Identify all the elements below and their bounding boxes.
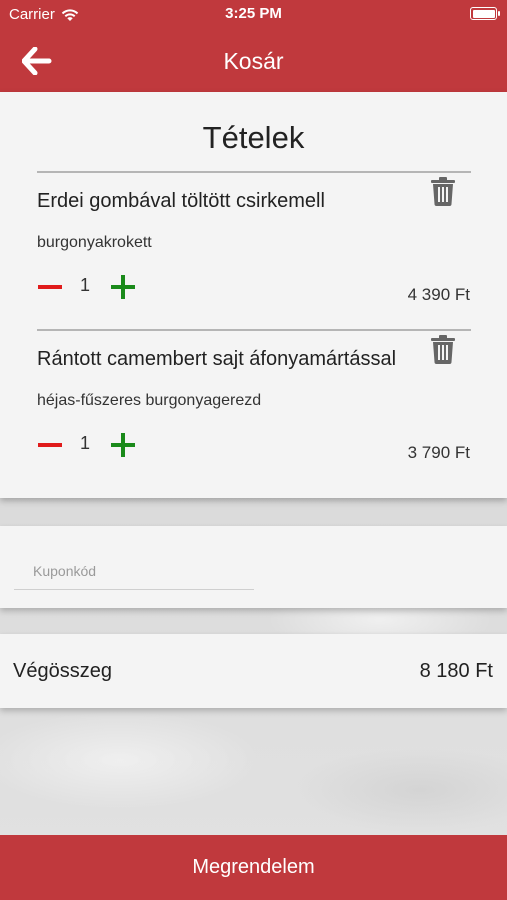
cart-item: Erdei gombával töltött csirkemell burgon…	[0, 177, 507, 340]
cart-item: Rántott camembert sajt áfonyamártással h…	[0, 335, 507, 498]
divider	[37, 329, 471, 331]
cart-items-card: Tételek Erdei gombával töltött csirkemel…	[0, 92, 507, 498]
item-side-dish: héjas-fűszeres burgonyagerezd	[37, 392, 262, 409]
total-label: Végösszeg	[13, 660, 112, 682]
trash-icon	[431, 335, 455, 364]
trash-icon	[431, 177, 455, 206]
quantity-value: 1	[80, 275, 91, 295]
nav-bar: Kosár	[0, 30, 507, 92]
total-value: 8 180 Ft	[419, 660, 493, 682]
app-header: Carrier 3:25 PM Kosár	[0, 0, 507, 92]
item-name: Erdei gombával töltött csirkemell	[37, 190, 325, 212]
place-order-button[interactable]: Megrendelem	[0, 835, 507, 900]
status-time: 3:25 PM	[225, 5, 282, 22]
page-title: Kosár	[223, 48, 284, 74]
status-bar: Carrier 3:25 PM	[0, 0, 507, 28]
items-heading: Tételek	[202, 120, 305, 155]
item-side-dish: burgonyakrokett	[37, 234, 152, 251]
battery-icon	[470, 7, 500, 20]
decrease-quantity-button[interactable]	[38, 278, 64, 296]
increase-quantity-button[interactable]	[111, 432, 137, 458]
coupon-code-input[interactable]	[14, 552, 254, 590]
item-name: Rántott camembert sajt áfonyamártással	[37, 348, 397, 370]
decrease-quantity-button[interactable]	[38, 436, 64, 454]
item-price: 3 790 Ft	[407, 443, 470, 462]
quantity-value: 1	[80, 433, 91, 453]
item-price: 4 390 Ft	[407, 285, 470, 304]
increase-quantity-button[interactable]	[111, 274, 137, 300]
delete-item-button[interactable]	[430, 334, 456, 364]
divider	[37, 171, 471, 173]
delete-item-button[interactable]	[430, 176, 456, 206]
total-card: Végösszeg 8 180 Ft	[0, 634, 507, 708]
coupon-card	[0, 526, 507, 608]
